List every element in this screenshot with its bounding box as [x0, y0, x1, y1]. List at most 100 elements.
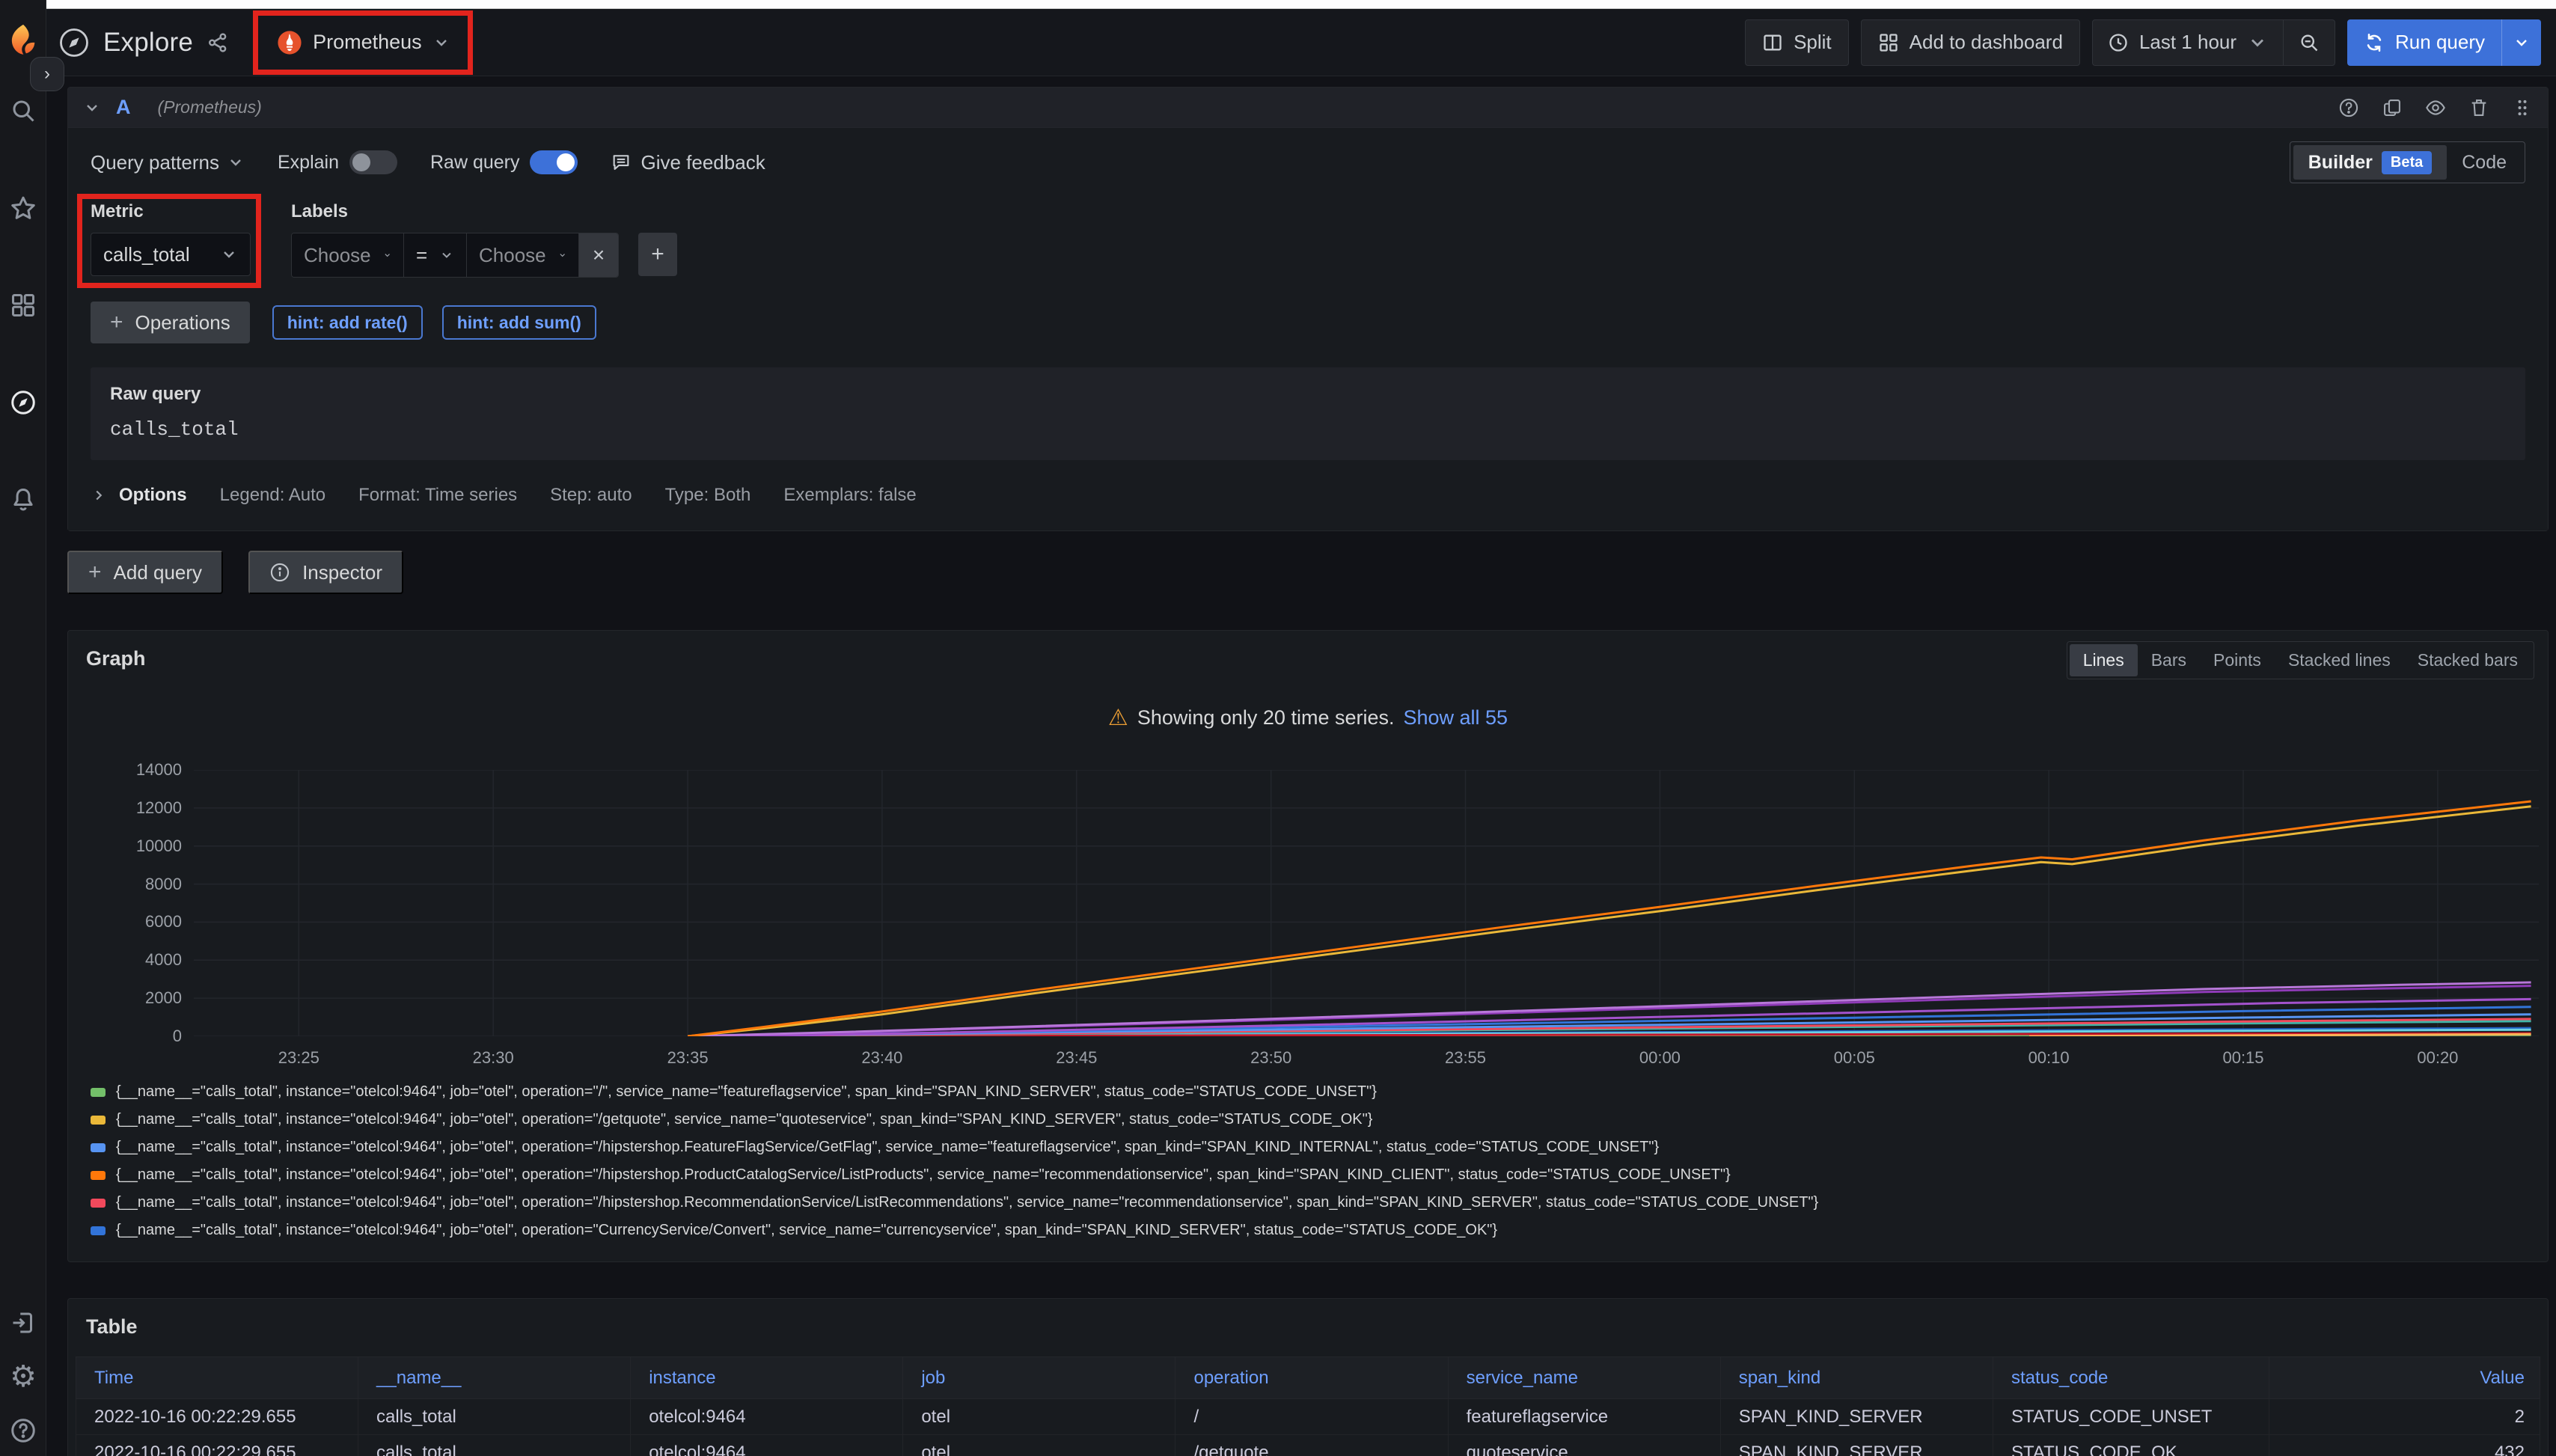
- table-column-header[interactable]: job: [903, 1357, 1175, 1399]
- hide-response-eye-icon[interactable]: [2425, 97, 2446, 118]
- add-query-button[interactable]: + Add query: [67, 551, 223, 594]
- table-cell: 2: [2269, 1399, 2540, 1435]
- sidebar-item-settings[interactable]: ⚙: [0, 1356, 46, 1398]
- legend-swatch: [91, 1116, 106, 1125]
- query-editor-card: A (Prometheus): [67, 87, 2549, 531]
- sidebar-item-help[interactable]: [0, 1410, 46, 1452]
- option-summary-item: Exemplars: false: [783, 485, 916, 506]
- raw-query-switch[interactable]: [530, 150, 578, 174]
- inspector-button[interactable]: Inspector: [248, 551, 403, 594]
- drag-handle-icon[interactable]: [2512, 97, 2533, 118]
- add-to-dashboard-button[interactable]: Add to dashboard: [1861, 19, 2080, 66]
- add-label-filter-button[interactable]: +: [638, 233, 677, 276]
- raw-query-preview-label: Raw query: [110, 384, 2506, 405]
- metric-section: Metric calls_total: [91, 201, 251, 278]
- time-picker-group: Last 1 hour: [2092, 19, 2335, 66]
- raw-query-preview-value: calls_total: [110, 418, 2506, 441]
- table-column-header[interactable]: Time: [76, 1357, 358, 1399]
- operations-button[interactable]: + Operations: [91, 302, 250, 343]
- sidebar-item-search[interactable]: [0, 90, 46, 132]
- table-column-header[interactable]: span_kind: [1720, 1357, 1993, 1399]
- code-mode-tab[interactable]: Code: [2447, 145, 2522, 180]
- graph-mode-stacked-bars[interactable]: Stacked bars: [2404, 644, 2531, 676]
- run-query-button[interactable]: Run query: [2347, 19, 2541, 66]
- options-expander[interactable]: Options: [91, 485, 187, 506]
- sidebar-expand-button[interactable]: ›: [30, 57, 64, 91]
- table-body: 2022-10-16 00:22:29.655calls_totalotelco…: [76, 1399, 2540, 1456]
- share-icon[interactable]: [207, 31, 229, 54]
- browser-edge-strip: [0, 0, 2556, 9]
- table-cell: otelcol:9464: [631, 1399, 903, 1435]
- explore-content: A (Prometheus): [46, 76, 2556, 1456]
- info-circle-icon: [269, 562, 290, 583]
- x-axis-tick-label: 23:50: [1250, 1048, 1291, 1068]
- give-feedback-link[interactable]: Give feedback: [611, 151, 765, 174]
- run-query-dropdown[interactable]: [2501, 19, 2541, 66]
- collapse-chevron-icon[interactable]: [83, 99, 101, 117]
- legend-row[interactable]: {__name__="calls_total", instance="otelc…: [91, 1161, 2548, 1189]
- legend-row[interactable]: {__name__="calls_total", instance="otelc…: [91, 1217, 2548, 1244]
- plot-area[interactable]: [194, 770, 2539, 1036]
- table-column-header[interactable]: __name__: [358, 1357, 631, 1399]
- x-axis-tick-label: 00:05: [1834, 1048, 1875, 1068]
- legend-series-label: {__name__="calls_total", instance="otelc…: [116, 1111, 1372, 1128]
- table-column-header[interactable]: operation: [1175, 1357, 1448, 1399]
- query-options-row: Options Legend: AutoFormat: Time seriesS…: [91, 480, 2525, 511]
- sidebar-item-sign-in[interactable]: [0, 1302, 46, 1344]
- query-patterns-dropdown[interactable]: Query patterns: [91, 151, 245, 174]
- explain-label: Explain: [278, 152, 339, 174]
- option-summary-item: Legend: Auto: [220, 485, 325, 506]
- query-toolbar: Query patterns Explain Raw query: [91, 144, 2525, 180]
- label-filter-group: Choose = Choose: [291, 233, 619, 278]
- table-cell: SPAN_KIND_SERVER: [1720, 1435, 1993, 1456]
- sidebar-item-dashboards[interactable]: [0, 284, 46, 326]
- legend-row[interactable]: {__name__="calls_total", instance="otelc…: [91, 1078, 2548, 1106]
- split-button[interactable]: Split: [1745, 19, 1849, 66]
- remove-query-trash-icon[interactable]: [2468, 97, 2489, 118]
- run-query-main[interactable]: Run query: [2347, 19, 2501, 66]
- series-limit-warning: ⚠ Showing only 20 time series. Show all …: [68, 705, 2548, 731]
- table-column-header[interactable]: service_name: [1448, 1357, 1720, 1399]
- sidebar-item-alerting[interactable]: [0, 479, 46, 521]
- chevron-down-icon: [432, 34, 450, 52]
- table-column-header[interactable]: Value: [2269, 1357, 2540, 1399]
- graph-mode-lines[interactable]: Lines: [2070, 644, 2138, 676]
- query-ref-id: A: [116, 96, 131, 119]
- label-operator-select[interactable]: =: [404, 233, 467, 277]
- sidebar-item-explore[interactable]: [0, 382, 46, 423]
- builder-mode-tab[interactable]: Builder Beta: [2293, 145, 2447, 180]
- zoom-out-button[interactable]: [2284, 20, 2335, 65]
- x-axis-tick-label: 23:40: [861, 1048, 902, 1068]
- metric-labels-row: Metric calls_total Labels Choose: [91, 201, 2525, 278]
- table-column-header[interactable]: instance: [631, 1357, 903, 1399]
- table-panel: Table Time__name__instancejoboperationse…: [67, 1298, 2549, 1456]
- remove-label-filter-button[interactable]: ×: [579, 233, 618, 277]
- time-range-picker[interactable]: Last 1 hour: [2093, 20, 2283, 65]
- legend-series-label: {__name__="calls_total", instance="otelc…: [116, 1083, 1377, 1101]
- query-hint-button[interactable]: hint: add rate(): [272, 305, 423, 340]
- show-all-series-link[interactable]: Show all 55: [1403, 706, 1508, 729]
- sidebar-item-starred[interactable]: [0, 187, 46, 229]
- legend-row[interactable]: {__name__="calls_total", instance="otelc…: [91, 1134, 2548, 1161]
- apps-grid-icon: [1878, 32, 1899, 53]
- bell-icon: [10, 486, 37, 513]
- label-name-select[interactable]: Choose: [292, 233, 404, 277]
- legend-row[interactable]: {__name__="calls_total", instance="otelc…: [91, 1106, 2548, 1134]
- datasource-picker[interactable]: Prometheus: [263, 21, 464, 64]
- query-hints: hint: add rate() hint: add sum(): [272, 305, 596, 340]
- duplicate-query-icon[interactable]: [2382, 97, 2403, 118]
- compass-icon: [10, 389, 37, 416]
- table-column-header[interactable]: status_code: [1993, 1357, 2269, 1399]
- x-axis-tick-label: 23:45: [1056, 1048, 1097, 1068]
- explain-switch[interactable]: [349, 150, 397, 174]
- label-value-select[interactable]: Choose: [467, 233, 579, 277]
- legend-row[interactable]: {__name__="calls_total", instance="otelc…: [91, 1189, 2548, 1217]
- metric-select[interactable]: calls_total: [91, 233, 251, 276]
- star-icon: [10, 195, 37, 221]
- query-hint-button[interactable]: hint: add sum(): [442, 305, 596, 340]
- legend-swatch: [91, 1143, 106, 1152]
- graph-mode-bars[interactable]: Bars: [2138, 644, 2200, 676]
- graph-mode-points[interactable]: Points: [2200, 644, 2275, 676]
- graph-mode-stacked-lines[interactable]: Stacked lines: [2275, 644, 2404, 676]
- query-help-icon[interactable]: [2338, 97, 2359, 118]
